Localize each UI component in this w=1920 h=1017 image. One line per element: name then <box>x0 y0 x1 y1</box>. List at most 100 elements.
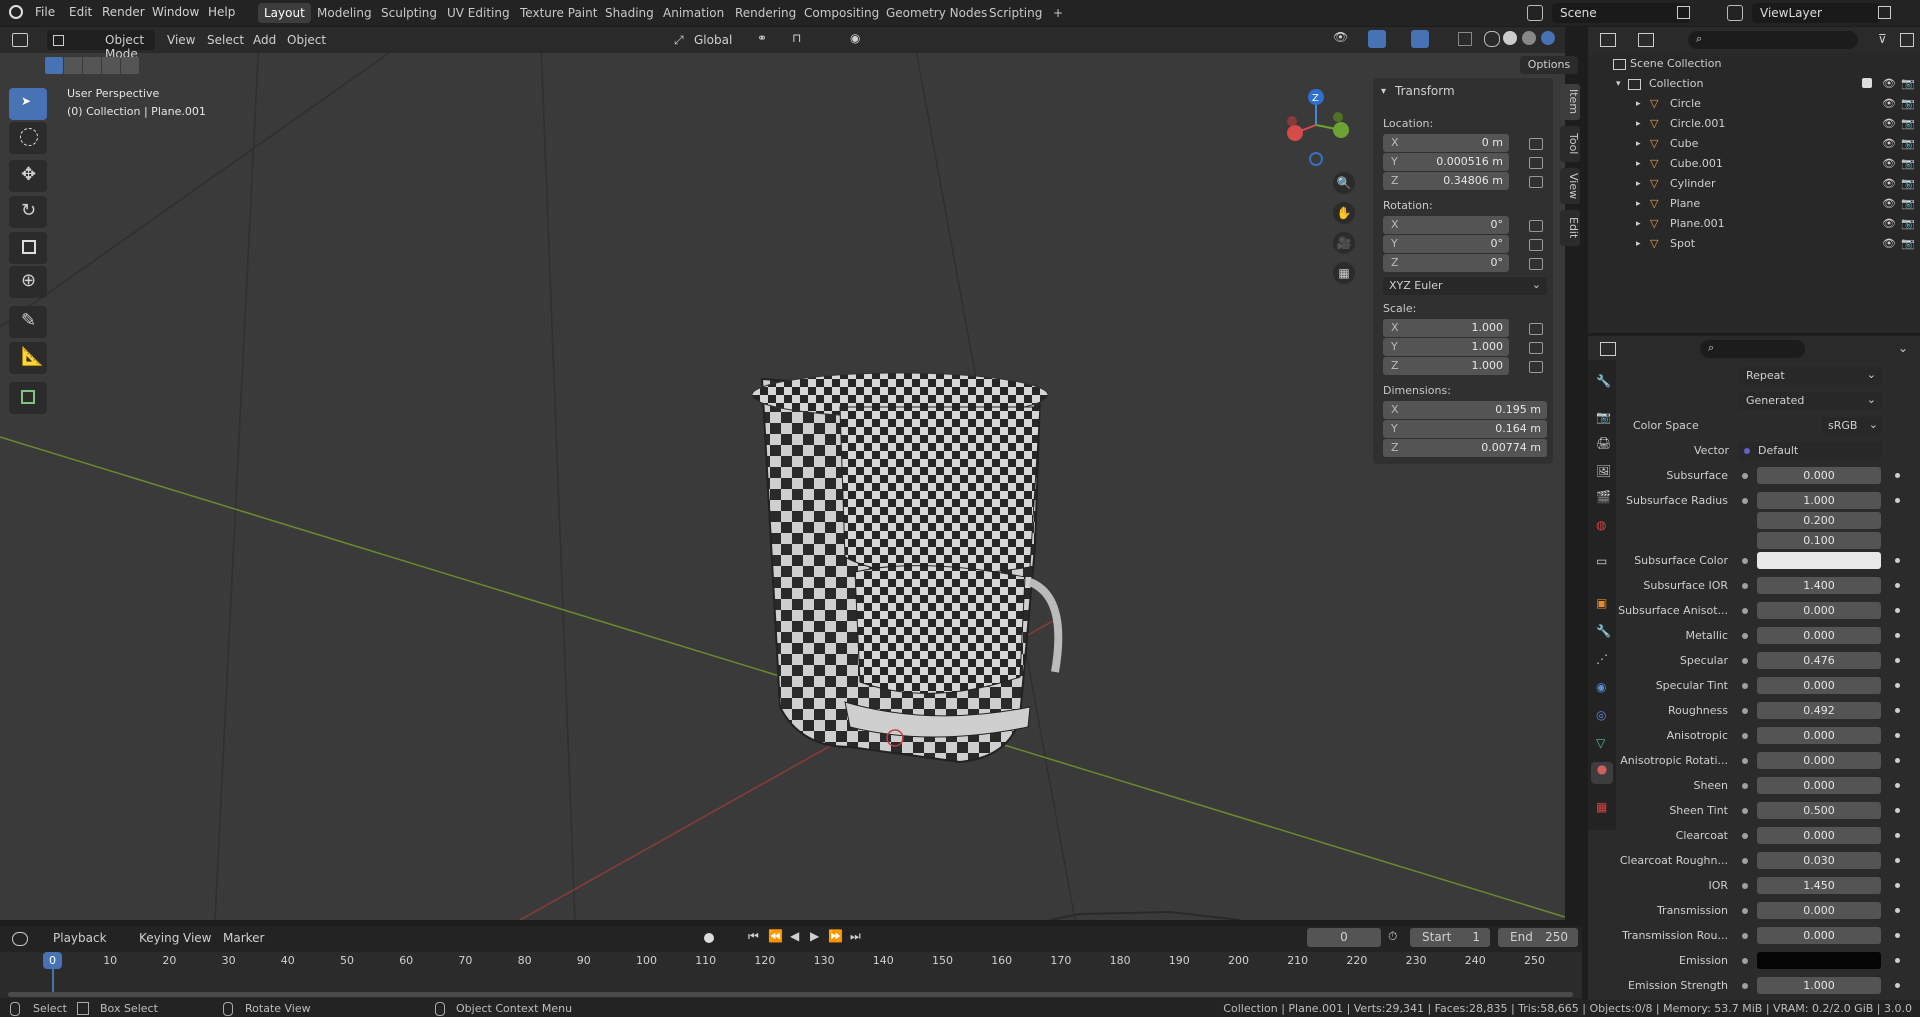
transform-tool[interactable]: ⊕ <box>9 266 47 298</box>
dimensions-y-field[interactable]: Y 0.164 m <box>1383 420 1547 438</box>
camera-render-icon[interactable]: 📷 <box>1901 154 1915 174</box>
constraints-tab-icon[interactable]: ◎ <box>1596 708 1606 722</box>
modifier-tab-icon[interactable]: 🔧 <box>1596 624 1611 638</box>
lock-icon[interactable] <box>1529 323 1543 335</box>
tab-item[interactable]: Item <box>1560 84 1580 120</box>
proportional-edit-icon[interactable]: ◉ <box>850 31 860 45</box>
menu-playback[interactable]: Playback <box>53 931 107 945</box>
keyframe-dot-icon[interactable] <box>1895 498 1900 503</box>
socket-icon[interactable] <box>1742 658 1748 664</box>
keyframe-dot-icon[interactable] <box>1895 908 1900 913</box>
projection-dropdown[interactable]: Generated ⌄ <box>1738 392 1882 410</box>
rendered-shading-icon[interactable] <box>1541 31 1555 45</box>
properties-search-input[interactable]: ⌕ <box>1700 340 1805 358</box>
scale-z-field[interactable]: Z 1.000 <box>1383 357 1509 375</box>
socket-icon[interactable] <box>1742 858 1748 864</box>
snap-icon[interactable]: ⊓ <box>792 31 801 45</box>
tab-rendering[interactable]: Rendering <box>729 3 802 23</box>
texture-tab-icon[interactable]: ▦ <box>1596 800 1607 814</box>
property-value-field[interactable]: 0.476 <box>1757 652 1881 669</box>
vector-field[interactable]: Default <box>1738 442 1882 460</box>
scene-field[interactable]: Scene <box>1552 3 1690 23</box>
dimensions-z-field[interactable]: Z 0.00774 m <box>1383 439 1547 457</box>
property-value-field[interactable]: 0.030 <box>1757 852 1881 869</box>
property-value-field[interactable]: 0.100 <box>1757 532 1881 549</box>
lock-icon[interactable] <box>1529 342 1543 354</box>
expand-chevron-icon[interactable]: ▸ <box>1636 214 1641 234</box>
menu-file[interactable]: File <box>35 5 55 19</box>
material-shading-icon[interactable] <box>1522 31 1536 45</box>
tab-geometry-nodes[interactable]: Geometry Nodes <box>880 3 993 23</box>
tab-scripting[interactable]: Scripting <box>983 3 1048 23</box>
socket-icon[interactable] <box>1742 883 1748 889</box>
eye-icon[interactable]: 👁 <box>1882 134 1896 154</box>
outliner-row[interactable]: ▸ ▽ Spot 👁 📷 <box>1588 234 1920 254</box>
eye-icon[interactable]: 👁 <box>1882 114 1896 134</box>
tab-modeling[interactable]: Modeling <box>311 3 378 23</box>
lock-icon[interactable] <box>1529 157 1543 169</box>
pan-view-icon[interactable]: ✋ <box>1333 202 1355 224</box>
rotation-x-field[interactable]: X 0° <box>1383 216 1509 234</box>
menu-object[interactable]: Object <box>287 31 326 49</box>
data-tab-icon[interactable]: ▽ <box>1596 736 1605 750</box>
socket-icon[interactable] <box>1742 473 1748 479</box>
keyframe-dot-icon[interactable] <box>1895 933 1900 938</box>
camera-view-icon[interactable]: 🎥 <box>1333 232 1355 254</box>
extension-dropdown[interactable]: Repeat ⌄ <box>1738 367 1882 385</box>
tab-texture-paint[interactable]: Texture Paint <box>514 3 603 23</box>
menu-window[interactable]: Window <box>152 5 199 19</box>
location-x-field[interactable]: X0 m <box>1383 134 1509 152</box>
socket-icon[interactable] <box>1742 608 1748 614</box>
chevron-down-icon[interactable]: ⌄ <box>1898 341 1908 355</box>
visibility-icon[interactable]: 👁 <box>1333 30 1348 44</box>
object-mode-dropdown[interactable]: Object Mode <box>47 30 155 61</box>
scale-x-field[interactable]: X 1.000 <box>1383 319 1509 337</box>
socket-icon[interactable] <box>1742 708 1748 714</box>
outliner-row[interactable]: ▸ ▽ Cube 👁 📷 <box>1588 134 1920 154</box>
tab-edit[interactable]: Edit <box>1560 210 1580 246</box>
socket-icon[interactable] <box>1742 558 1748 564</box>
material-tab-icon[interactable]: ● <box>1591 762 1613 784</box>
tab-layout[interactable]: Layout <box>258 3 311 23</box>
outliner-editor-icon[interactable] <box>1600 33 1616 47</box>
physics-tab-icon[interactable]: ◉ <box>1596 680 1606 694</box>
solid-shading-icon[interactable] <box>1503 31 1517 45</box>
lock-icon[interactable] <box>1529 220 1543 232</box>
tab-compositing[interactable]: Compositing <box>798 3 885 23</box>
expand-chevron-icon[interactable]: ▸ <box>1636 94 1641 114</box>
dimensions-x-field[interactable]: X 0.195 m <box>1383 401 1547 419</box>
keyframe-dot-icon[interactable] <box>1895 473 1900 478</box>
menu-marker[interactable]: Marker <box>223 931 264 945</box>
property-value-field[interactable]: 0.000 <box>1757 627 1881 644</box>
camera-render-icon[interactable]: 📷 <box>1901 114 1915 134</box>
property-value-field[interactable]: 1.450 <box>1757 877 1881 894</box>
expand-chevron-icon[interactable]: ▸ <box>1636 134 1641 154</box>
camera-render-icon[interactable]: 📷 <box>1901 94 1915 114</box>
rotation-z-field[interactable]: Z 0° <box>1383 254 1509 272</box>
property-value-field[interactable]: 1.400 <box>1757 577 1881 594</box>
new-collection-icon[interactable] <box>1900 33 1914 47</box>
zoom-view-icon[interactable]: 🔍 <box>1333 172 1355 194</box>
new-view-layer-icon[interactable] <box>1878 6 1891 19</box>
gizmo-toggle-icon[interactable] <box>1368 30 1386 48</box>
select-box-tool[interactable]: ➤ <box>9 88 47 120</box>
render-tab-icon[interactable]: 📷 <box>1596 410 1611 424</box>
outliner-row-collection[interactable]: ▾ Collection 👁 📷 <box>1588 74 1920 94</box>
keyframe-dot-icon[interactable] <box>1895 858 1900 863</box>
property-value-field[interactable]: 0.000 <box>1757 752 1881 769</box>
xray-icon[interactable] <box>1458 32 1472 46</box>
camera-render-icon[interactable]: 📷 <box>1901 194 1915 214</box>
jump-end-icon[interactable]: ⏭ <box>850 929 861 944</box>
view-layer-field[interactable]: ViewLayer <box>1752 3 1880 23</box>
property-value-field[interactable]: 1.000 <box>1757 492 1881 509</box>
tab-animation[interactable]: Animation <box>657 3 730 23</box>
world-tab-icon[interactable]: ◍ <box>1596 518 1606 532</box>
blender-logo-icon[interactable] <box>9 5 23 19</box>
options-button[interactable]: Options <box>1520 56 1578 74</box>
camera-render-icon[interactable]: 📷 <box>1901 74 1915 94</box>
property-value-field[interactable]: 0.492 <box>1757 702 1881 719</box>
select-difference-icon[interactable] <box>102 57 120 74</box>
outliner-row-scene-collection[interactable]: Scene Collection <box>1588 54 1920 74</box>
keyframe-dot-icon[interactable] <box>1895 833 1900 838</box>
location-y-field[interactable]: Y 0.000516 m <box>1383 153 1509 171</box>
